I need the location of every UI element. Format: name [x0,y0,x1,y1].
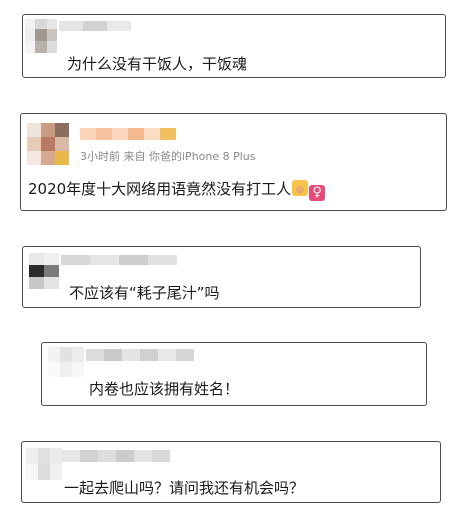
comment-card: 内卷也应该拥有姓名！ [41,342,427,406]
source-prefix: 来自 [123,150,146,163]
avatar [27,123,69,165]
comment-card: 为什么没有干饭人，干饭魂 [22,14,446,78]
avatar [26,448,62,480]
worker-emoji-icon [292,180,309,196]
username[interactable] [59,21,131,31]
avatar [29,253,59,289]
comment-time: 3小时前 [80,150,120,163]
avatar [25,19,57,59]
comment-card: 不应该有“耗子尾汁”吗 [22,246,421,308]
comment-text: 不应该有“耗子尾汁”吗 [69,284,220,302]
username[interactable] [80,128,176,140]
avatar [48,347,84,377]
username[interactable] [86,349,194,361]
comment-text: 为什么没有干饭人，干饭魂 [67,55,248,73]
comment-meta: 3小时前 来自 你爸的iPhone 8 Plus [80,148,256,164]
comment-feed: 为什么没有干饭人，干饭魂 3小时前 来自 你爸的iPhone 8 Plus 20… [0,0,462,513]
comment-text-body: 2020年度十大网络用语竟然没有打工人 [28,180,292,198]
username[interactable] [61,255,177,265]
device-source[interactable]: 你爸的iPhone 8 Plus [149,150,256,163]
comment-card: 一起去爬山吗？请问我还有机会吗？ [21,441,441,503]
comment-text: 2020年度十大网络用语竟然没有打工人 ♀ [28,180,326,201]
username[interactable] [62,450,170,462]
comment-card: 3小时前 来自 你爸的iPhone 8 Plus 2020年度十大网络用语竟然没… [20,113,447,211]
comment-text: 内卷也应该拥有姓名！ [89,380,240,398]
female-sign-emoji-icon: ♀ [309,185,326,201]
comment-text: 一起去爬山吗？请问我还有机会吗？ [64,479,305,497]
